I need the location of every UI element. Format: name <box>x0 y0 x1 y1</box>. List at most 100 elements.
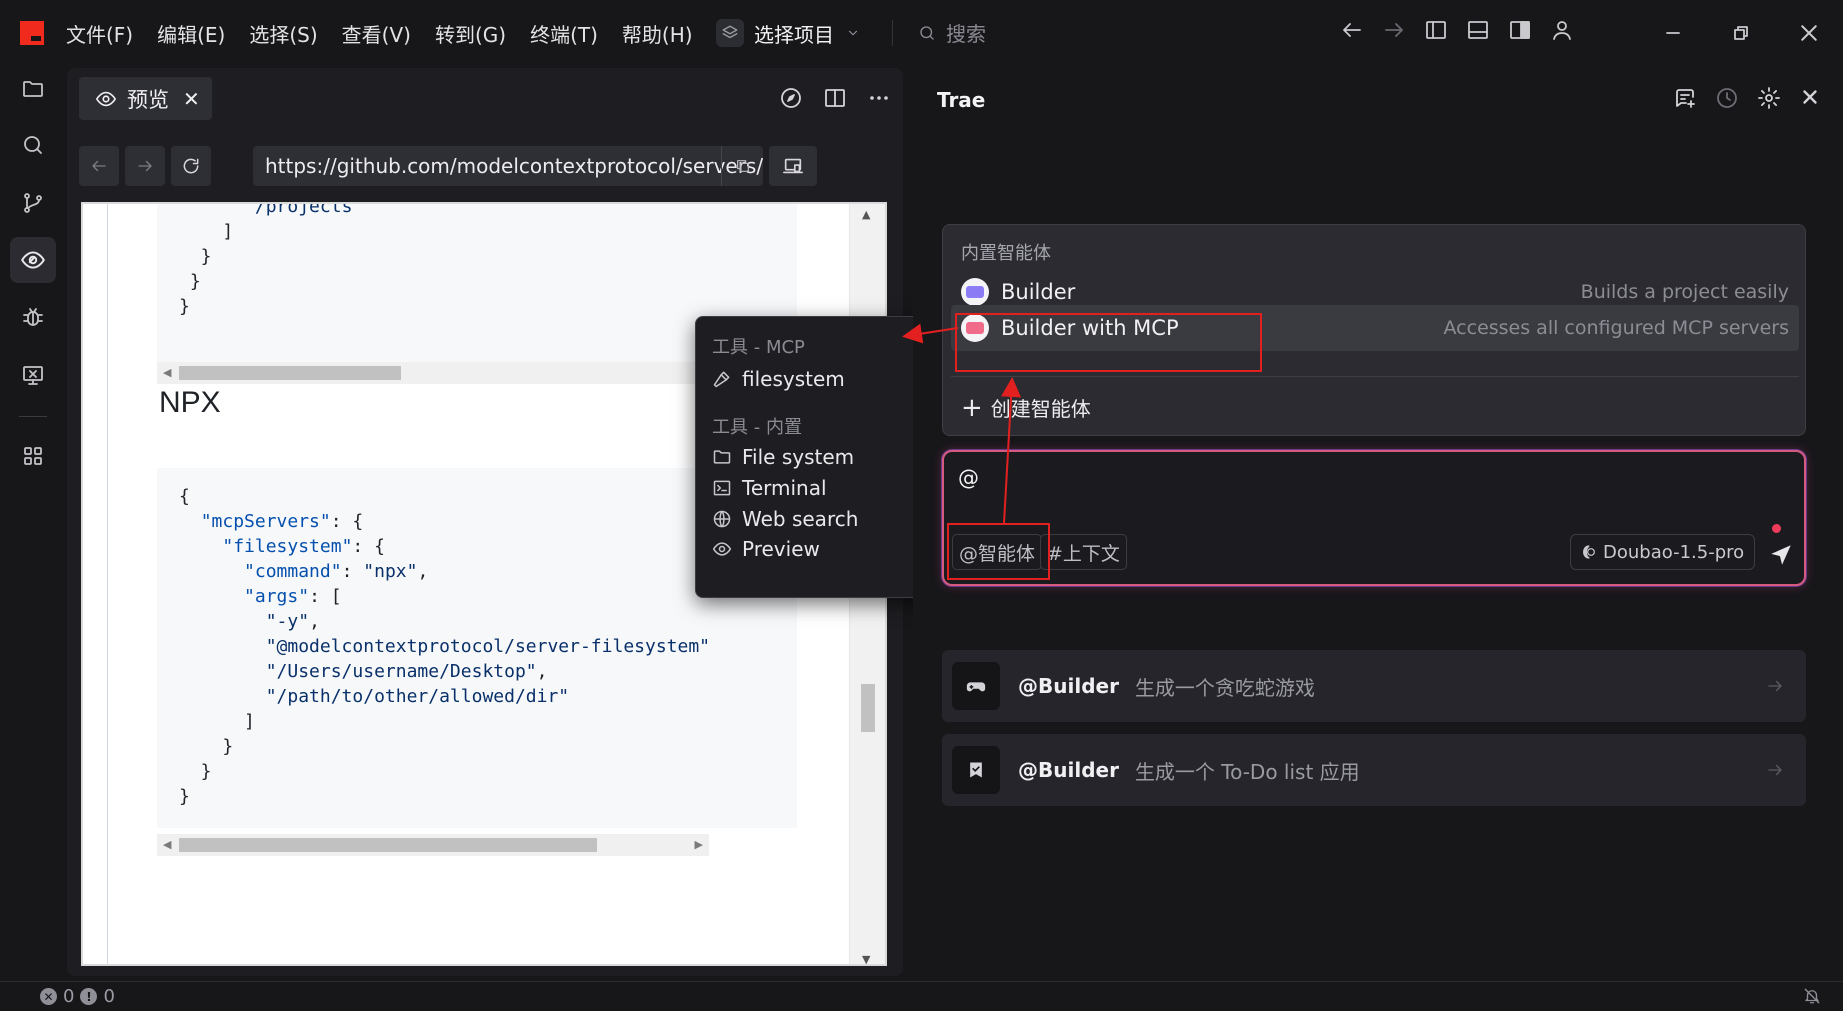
error-icon: ✕ <box>40 988 57 1005</box>
tool-filesystem[interactable]: filesystem <box>712 367 845 391</box>
remote-explorer-icon[interactable] <box>10 352 56 398</box>
send-icon[interactable] <box>1768 542 1794 568</box>
agent-desc: Builds a project easily <box>1580 281 1789 303</box>
toggle-panel-icon[interactable] <box>1466 18 1490 42</box>
copy-url-icon[interactable] <box>721 146 763 186</box>
code-line: } <box>179 761 212 782</box>
tool-preview[interactable]: Preview <box>712 537 820 561</box>
browser-forward-icon[interactable] <box>125 146 165 186</box>
tab-preview[interactable]: 预览 ✕ <box>79 77 212 120</box>
menu-view[interactable]: 查看(V) <box>342 19 411 48</box>
debug-icon[interactable] <box>10 294 56 340</box>
code-line: "/Users/username/Desktop", <box>265 661 548 682</box>
model-logo-icon <box>1581 544 1603 560</box>
menu-help[interactable]: 帮助(H) <box>622 19 693 48</box>
code-text-top: "/projects" ] } } } <box>157 204 797 319</box>
notifications-off-icon[interactable] <box>1803 987 1821 1005</box>
toggle-sidebar-icon[interactable] <box>1424 18 1448 42</box>
context-chip[interactable]: #上下文 <box>1040 534 1127 570</box>
code-line: "-y", <box>265 611 320 632</box>
browser-nav: https://github.com/modelcontextprotocol/… <box>79 146 891 186</box>
preview-tab-icon <box>95 88 127 110</box>
robot-avatar-icon <box>961 314 989 342</box>
forward-arrow-icon[interactable] <box>1382 18 1406 42</box>
extensions-icon[interactable] <box>10 433 56 479</box>
menu-terminal[interactable]: 终端(T) <box>530 19 598 48</box>
reload-icon[interactable] <box>171 146 211 186</box>
explorer-icon[interactable] <box>10 66 56 112</box>
code-line: { <box>179 486 190 507</box>
chat-input[interactable]: @ @智能体 #上下文 Doubao-1.5-pro <box>942 450 1806 586</box>
tool-terminal[interactable]: Terminal <box>712 476 827 500</box>
menu-go[interactable]: 转到(G) <box>435 19 506 48</box>
project-selector[interactable]: 选择项目 <box>716 14 860 52</box>
tools-builtin-header: 工具 - 内置 <box>712 417 802 438</box>
hscroll-thumb[interactable] <box>179 366 401 380</box>
hammer-icon <box>712 369 742 389</box>
suggestion-snake-game[interactable]: @Builder 生成一个贪吃蛇游戏 <box>942 650 1806 722</box>
close-panel-icon[interactable] <box>1799 86 1821 110</box>
tool-label: Web search <box>742 507 859 531</box>
model-selector[interactable]: Doubao-1.5-pro <box>1570 534 1756 570</box>
hscroll-thumb[interactable] <box>179 838 597 852</box>
warning-count: 0 <box>103 986 115 1007</box>
gamepad-icon <box>952 662 1000 710</box>
menu-bar: 文件(F) 编辑(E) 选择(S) 查看(V) 转到(G) 终端(T) 帮助(H… <box>66 0 717 66</box>
search-placeholder: 搜索 <box>946 22 986 46</box>
agent-builder-with-mcp[interactable]: Builder with MCP Accesses all configured… <box>951 305 1799 351</box>
suggestion-text: 生成一个贪吃蛇游戏 <box>1134 675 1315 700</box>
suggestion-todo-app[interactable]: @Builder 生成一个 To-Do list 应用 <box>942 734 1806 806</box>
url-field[interactable]: https://github.com/modelcontextprotocol/… <box>253 146 763 186</box>
tool-file-system[interactable]: File system <box>712 445 854 469</box>
code-line: } <box>179 786 190 807</box>
trae-panel: Trae 内置智能体 Builder Builds a project easi… <box>913 56 1843 976</box>
account-icon[interactable] <box>1550 18 1574 42</box>
section-heading: NPX <box>159 386 221 419</box>
preview-view-icon[interactable] <box>10 237 56 283</box>
browser-back-icon[interactable] <box>79 146 119 186</box>
panel-title: Trae <box>937 88 986 112</box>
tools-popup: 工具 - MCP filesystem 工具 - 内置 File system … <box>695 316 935 598</box>
compass-icon[interactable] <box>779 86 803 110</box>
search-view-icon[interactable] <box>10 122 56 168</box>
create-agent-label: 创建智能体 <box>990 397 1091 421</box>
toggle-secondary-sidebar-icon[interactable] <box>1508 18 1532 42</box>
more-icon[interactable] <box>867 86 891 110</box>
close-tab-icon[interactable]: ✕ <box>183 87 200 111</box>
menu-selection[interactable]: 选择(S) <box>249 19 317 48</box>
back-arrow-icon[interactable] <box>1340 18 1364 42</box>
create-agent-button[interactable]: + 创建智能体 <box>961 393 1091 422</box>
problems-indicator[interactable]: ✕ 0 ! 0 <box>40 986 115 1007</box>
tool-label: Preview <box>742 537 820 561</box>
agents-header: 内置智能体 <box>961 243 1051 264</box>
warning-icon: ! <box>80 988 98 1005</box>
plus-icon: + <box>961 392 983 423</box>
tool-web-search[interactable]: Web search <box>712 507 858 531</box>
globe-icon <box>712 509 742 529</box>
code-line: "filesystem": { <box>222 536 385 557</box>
vscroll-thumb[interactable] <box>861 684 875 732</box>
new-chat-icon[interactable] <box>1673 86 1697 110</box>
menu-file[interactable]: 文件(F) <box>66 19 133 48</box>
code-line: "mcpServers": { <box>200 511 364 532</box>
eye-icon <box>712 539 742 559</box>
agent-chip[interactable]: @智能体 <box>952 534 1043 570</box>
arrow-right-icon <box>1766 677 1784 695</box>
tool-label: filesystem <box>742 367 845 391</box>
split-editor-icon[interactable] <box>823 86 847 110</box>
device-toggle-icon[interactable] <box>769 146 817 186</box>
agent-name: Builder with MCP <box>1001 316 1179 340</box>
history-icon[interactable] <box>1715 86 1739 110</box>
agent-desc: Accesses all configured MCP servers <box>1443 317 1789 339</box>
settings-gear-icon[interactable] <box>1757 86 1781 110</box>
code-line: "args": [ <box>244 586 342 607</box>
code-hscroll-main[interactable]: ◀ ▶ <box>157 834 709 856</box>
global-search[interactable]: 搜索 <box>918 18 986 47</box>
error-count: 0 <box>63 986 75 1007</box>
code-line: "/path/to/other/allowed/dir" <box>265 686 570 707</box>
source-control-icon[interactable] <box>10 180 56 226</box>
model-name: Doubao-1.5-pro <box>1603 541 1745 563</box>
code-line: "/projects" <box>244 204 364 217</box>
menu-edit[interactable]: 编辑(E) <box>157 19 225 48</box>
tool-label: File system <box>742 445 855 469</box>
